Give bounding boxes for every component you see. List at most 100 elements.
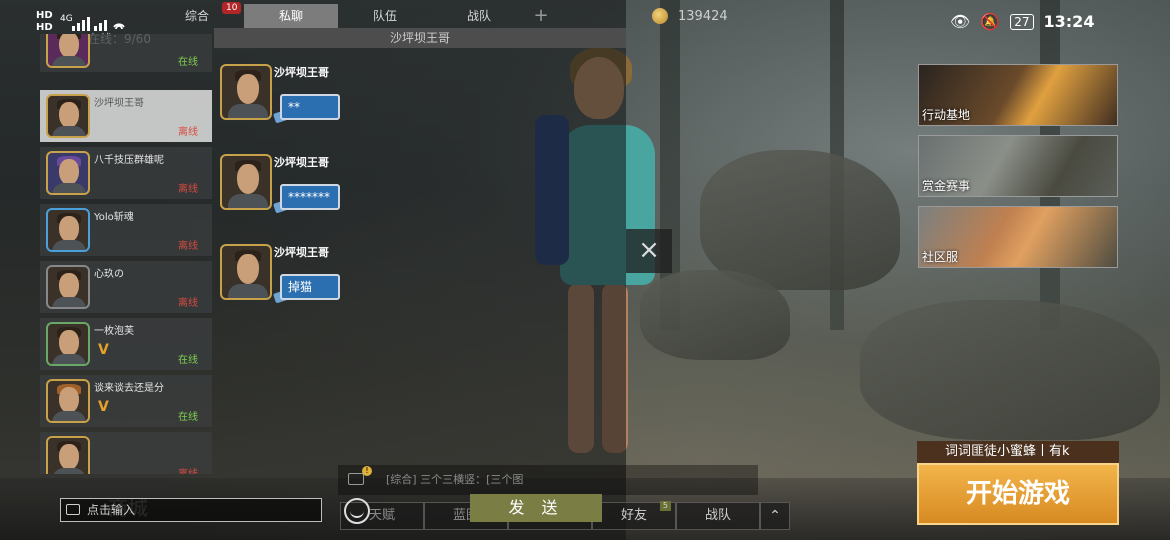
friends-badge: 5 [659, 501, 671, 511]
input-placeholder: 点击输入 [87, 503, 136, 517]
hd-indicators: HD HD [36, 10, 53, 34]
rock [640, 270, 790, 360]
avatar-face [59, 273, 79, 299]
friend-name: 一枚泡芙 [94, 326, 134, 337]
avatar[interactable] [220, 64, 272, 120]
alert-badge: ! [362, 466, 372, 476]
avatar-face [59, 387, 79, 413]
avatar-face [59, 159, 79, 185]
friend-item[interactable]: V 谈来谈去还是分 在线 [40, 375, 212, 427]
message-bubble[interactable]: ******* [280, 184, 340, 210]
mute-icon: 🔕 [980, 12, 1001, 31]
avatar-face [59, 102, 79, 128]
system-notice: ! [综合] 三个三横竖：[三个图 [338, 465, 758, 495]
friend-item[interactable]: 心玖の 离线 [40, 261, 212, 313]
mode-card-base[interactable]: 行动基地 [918, 64, 1118, 126]
nav-friends[interactable]: 好友 5 [592, 501, 676, 530]
battery-level: 27 [1010, 13, 1034, 30]
avatar-face [59, 330, 79, 356]
avatar [46, 94, 90, 138]
vip-chevron-icon: V [98, 399, 109, 415]
close-icon[interactable]: × [626, 229, 672, 273]
nav-clan[interactable]: 战队 [676, 502, 760, 530]
avatar-face [237, 74, 259, 104]
avatar-shoulders [52, 411, 86, 421]
nav-label: 好友 [620, 508, 647, 523]
network-type: 4G [60, 14, 73, 24]
avatar-shoulders [52, 126, 86, 136]
emoji-icon[interactable] [344, 498, 370, 524]
avatar-shoulders [52, 240, 86, 250]
friend-item[interactable]: V 一枚泡芙 在线 [40, 318, 212, 370]
start-game-button[interactable]: 开始游戏 [917, 463, 1119, 525]
friend-name: 八千技压群雄呢 [94, 155, 164, 166]
status-bar: HD HD 4G 👁 🔕 27 13:24 [0, 0, 1170, 48]
eye-icon: 👁 [950, 12, 971, 31]
friend-item[interactable]: 沙坪坝王哥 离线 [40, 90, 212, 142]
friend-status: 离线 [178, 298, 198, 309]
player-strip[interactable]: 词词匪徒小蜜蜂丨有k [917, 441, 1119, 463]
friend-item[interactable]: 离线 [40, 432, 212, 474]
friend-status: 离线 [178, 465, 198, 474]
avatar-shoulders [52, 354, 86, 364]
chat-message: 沙坪坝王哥 ******* [218, 154, 368, 216]
friend-item[interactable]: Yolo斩魂 离线 [40, 204, 212, 256]
friend-name: 沙坪坝王哥 [94, 98, 144, 109]
chevron-up-icon[interactable]: ⌃ [760, 502, 790, 530]
avatar-shoulders [52, 468, 86, 474]
rock [700, 150, 900, 290]
message-icon [66, 504, 80, 515]
friend-status: 离线 [178, 184, 198, 195]
avatar [46, 436, 90, 474]
friend-name: 心玖の [94, 269, 124, 280]
nav-label: 天赋 [368, 508, 395, 523]
mode-label: 行动基地 [922, 108, 971, 122]
avatar [46, 208, 90, 252]
mode-label: 社区服 [922, 250, 959, 264]
avatar-shoulders [52, 56, 86, 66]
send-button[interactable]: 发 送 [470, 494, 602, 522]
avatar [46, 322, 90, 366]
mode-label: 赏金赛事 [922, 179, 971, 193]
message-sender: 沙坪坝王哥 [274, 66, 329, 79]
chat-input[interactable]: 点击输入 [60, 498, 322, 522]
friend-status: 在线 [178, 412, 198, 423]
mode-card-community[interactable]: 社区服 [918, 206, 1118, 268]
message-icon [348, 473, 364, 485]
friend-item[interactable]: 八千技压群雄呢 离线 [40, 147, 212, 199]
avatar-face [237, 254, 259, 284]
avatar[interactable] [220, 244, 272, 300]
chat-message: 沙坪坝王哥 ** [218, 64, 368, 126]
avatar [46, 151, 90, 195]
friend-status: 离线 [178, 127, 198, 138]
nav-label: 战队 [704, 508, 731, 523]
friend-list[interactable]: 在线 沙坪坝王哥 离线 八千技压群雄呢 离线 Yolo斩魂 离线 心玖の 离线 … [38, 34, 214, 474]
hd-label: HD [36, 22, 53, 33]
message-sender: 沙坪坝王哥 [274, 246, 329, 259]
avatar[interactable] [220, 154, 272, 210]
mode-card-bounty[interactable]: 赏金赛事 [918, 135, 1118, 197]
avatar-face [237, 164, 259, 194]
clock: 13:24 [1043, 12, 1095, 31]
vip-chevron-icon: V [98, 342, 109, 358]
avatar-shoulders [228, 194, 268, 208]
avatar-shoulders [52, 183, 86, 193]
message-bubble[interactable]: 掉猫 [280, 274, 340, 300]
friend-status: 在线 [178, 57, 198, 68]
notice-text: [综合] 三个三横竖：[三个图 [386, 473, 524, 486]
signal-icon [72, 17, 125, 31]
friend-status: 离线 [178, 241, 198, 252]
avatar-face [59, 216, 79, 242]
avatar-face [59, 444, 79, 470]
friend-name: 谈来谈去还是分 [94, 383, 164, 394]
avatar-shoulders [228, 284, 268, 298]
message-bubble[interactable]: ** [280, 94, 340, 120]
hd-label: HD [36, 10, 53, 21]
friend-status: 在线 [178, 355, 198, 366]
friend-name: Yolo斩魂 [94, 212, 134, 223]
status-right: 👁 🔕 27 13:24 [950, 12, 1094, 31]
avatar-shoulders [228, 104, 268, 118]
avatar-shoulders [52, 297, 86, 307]
rock [860, 300, 1160, 440]
message-sender: 沙坪坝王哥 [274, 156, 329, 169]
